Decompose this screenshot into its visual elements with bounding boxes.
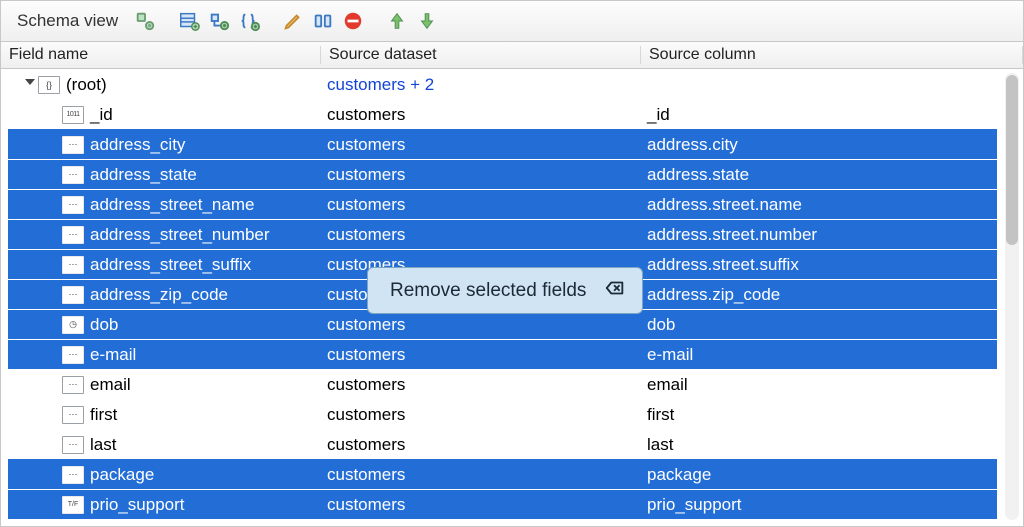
field-row[interactable]: ⋯firstcustomersfirst (8, 399, 997, 429)
str-type-icon: ⋯ (62, 286, 84, 304)
scrollbar-thumb[interactable] (1006, 75, 1018, 245)
move-down-icon[interactable] (414, 8, 440, 34)
field-source: customers (321, 135, 641, 155)
str-type-icon: ⋯ (62, 406, 84, 424)
field-row[interactable]: ⋯ address_state customersaddress.state (8, 159, 997, 189)
field-row[interactable]: ⋯packagecustomerspackage (8, 459, 997, 489)
field-row[interactable]: ⋯ address_city customersaddress.city (8, 129, 997, 159)
field-column: address.zip_code (641, 285, 997, 305)
str-type-icon: ⋯ (62, 346, 84, 364)
field-column: _id (641, 105, 997, 125)
str-type-icon: ⋯ (62, 466, 84, 484)
field-column: first (641, 405, 997, 425)
rename-structure-icon[interactable] (310, 8, 336, 34)
str-type-icon: ⋯ (62, 376, 84, 394)
field-name: address_city (90, 135, 185, 155)
field-name: package (90, 465, 154, 485)
field-source: customers (321, 465, 641, 485)
field-row[interactable]: ⋯emailcustomersemail (8, 369, 997, 399)
str-type-icon: ⋯ (62, 196, 84, 214)
field-name: last (90, 435, 116, 455)
root-source: customers + 2 (321, 75, 641, 95)
column-source-column[interactable]: Source column (641, 46, 1023, 64)
field-source: customers (321, 225, 641, 245)
str-type-icon: ⋯ (62, 226, 84, 244)
new-table-icon[interactable] (176, 8, 202, 34)
column-source-dataset[interactable]: Source dataset (321, 46, 641, 64)
context-menu[interactable]: Remove selected fields (367, 267, 643, 314)
field-name: prio_support (90, 495, 185, 515)
field-row[interactable]: ⋯lastcustomerslast (8, 429, 997, 459)
root-row[interactable]: {} (root) customers + 2 (8, 69, 997, 99)
field-source: customers (321, 105, 641, 125)
columns-header: Field name Source dataset Source column (1, 42, 1023, 69)
delete-tag-icon (604, 277, 626, 305)
field-source: customers (321, 435, 641, 455)
field-source: customers (321, 495, 641, 515)
toolbar: Schema view (1, 1, 1023, 42)
field-source: customers (321, 375, 641, 395)
field-column: prio_support (641, 495, 997, 515)
field-column: e-mail (641, 345, 997, 365)
str-type-icon: ⋯ (62, 436, 84, 454)
date-type-icon: ◷ (62, 316, 84, 334)
field-source: customers (321, 405, 641, 425)
vertical-scrollbar[interactable] (1005, 73, 1019, 520)
bool-type-icon: T/F (62, 496, 84, 514)
field-row[interactable]: ⋯e-mailcustomerse-mail (8, 339, 997, 369)
field-row[interactable]: ⋯ address_street_number customersaddress.s… (8, 219, 997, 249)
field-name: address_state (90, 165, 197, 185)
str-type-icon: ⋯ (62, 256, 84, 274)
field-column: dob (641, 315, 997, 335)
field-column: address.street.suffix (641, 255, 997, 275)
add-child-field-icon[interactable] (206, 8, 232, 34)
field-name: dob (90, 315, 118, 335)
add-object-icon[interactable] (236, 8, 262, 34)
edit-icon[interactable] (280, 8, 306, 34)
context-menu-label: Remove selected fields (390, 280, 586, 302)
field-name: first (90, 405, 117, 425)
schema-tree: {} (root) customers + 2 1011_idcustomers… (1, 69, 1023, 526)
field-column: package (641, 465, 997, 485)
field-name: address_street_name (90, 195, 254, 215)
field-name: email (90, 375, 131, 395)
schema-view-panel: Schema view (0, 0, 1024, 527)
field-source: customers (321, 345, 641, 365)
view-title: Schema view (7, 11, 128, 31)
field-column: address.state (641, 165, 997, 185)
str-type-icon: ⋯ (62, 136, 84, 154)
object-type-icon: {} (38, 76, 60, 94)
field-name: address_street_number (90, 225, 270, 245)
field-row[interactable]: 1011_idcustomers_id (8, 99, 997, 129)
column-field-name[interactable]: Field name (1, 46, 321, 64)
field-column: address.city (641, 135, 997, 155)
move-up-icon[interactable] (384, 8, 410, 34)
field-column: address.street.name (641, 195, 997, 215)
field-name: e-mail (90, 345, 136, 365)
field-name: _id (90, 105, 113, 125)
field-row[interactable]: T/Fprio_supportcustomersprio_support (8, 489, 997, 519)
delete-icon[interactable] (340, 8, 366, 34)
field-column: address.street.number (641, 225, 997, 245)
field-column: last (641, 435, 997, 455)
field-name: address_street_suffix (90, 255, 251, 275)
field-name: address_zip_code (90, 285, 228, 305)
root-label: (root) (66, 75, 107, 95)
str-type-icon: ⋯ (62, 166, 84, 184)
field-row[interactable]: ⋯ address_street_name customersaddress.str… (8, 189, 997, 219)
field-source: customers (321, 165, 641, 185)
field-column: email (641, 375, 997, 395)
field-source: customers (321, 195, 641, 215)
disclosure-triangle-icon[interactable] (22, 77, 38, 93)
1011-type-icon: 1011 (62, 106, 84, 124)
field-source: customers (321, 315, 641, 335)
add-sibling-field-icon[interactable] (132, 8, 158, 34)
